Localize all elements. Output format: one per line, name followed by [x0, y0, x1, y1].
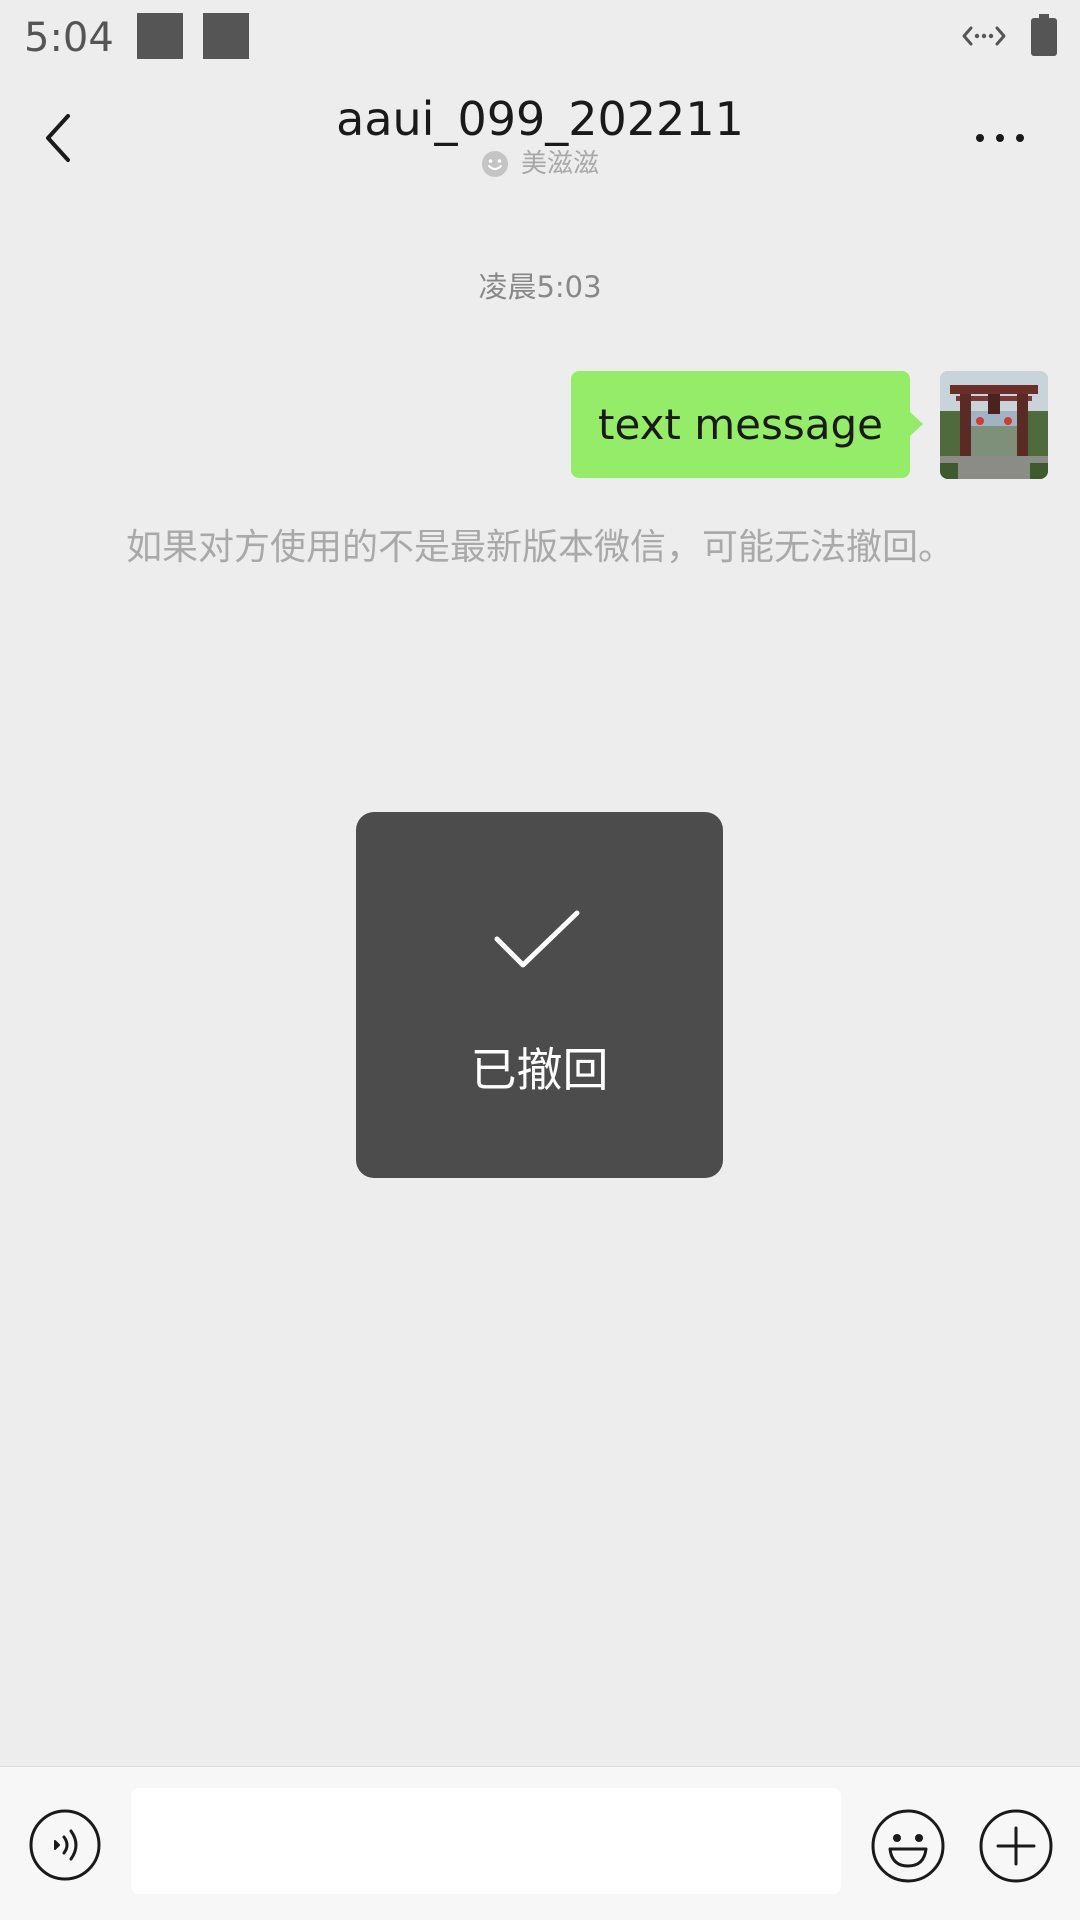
chevron-left-icon — [46, 114, 70, 162]
gate-photo-avatar — [940, 371, 1048, 479]
chat-screen: 5:04 aaui_099_202211 美滋滋 凌晨5:03 text mes… — [0, 0, 1080, 1920]
notification-square-icon — [203, 13, 249, 59]
battery-icon — [1031, 14, 1057, 56]
message-text: text message — [598, 399, 883, 449]
voice-icon — [29, 1809, 101, 1881]
chat-title: aaui_099_202211 — [336, 92, 744, 146]
more-button[interactable] — [968, 112, 1032, 164]
status-bar: 5:04 — [0, 0, 1080, 76]
message-input[interactable] — [131, 1788, 841, 1894]
check-icon — [494, 910, 580, 968]
chat-subtitle-text: 美滋滋 — [520, 149, 599, 179]
emoji-icon — [871, 1809, 945, 1883]
emoji-button[interactable] — [870, 1808, 946, 1884]
plus-button[interactable] — [978, 1808, 1054, 1884]
notification-square-icon — [137, 13, 183, 59]
back-button[interactable] — [28, 102, 92, 174]
input-bar — [0, 1766, 1080, 1920]
face-icon — [481, 151, 508, 177]
chat-subtitle: 美滋滋 — [340, 146, 740, 182]
message-timestamp: 凌晨5:03 — [478, 270, 602, 304]
data-transfer-icon — [962, 20, 1006, 52]
voice-button[interactable] — [28, 1808, 102, 1882]
toast-text: 已撤回 — [470, 1043, 609, 1097]
plus-icon — [979, 1809, 1053, 1883]
avatar[interactable] — [940, 371, 1048, 479]
message-bubble[interactable]: text message — [571, 371, 923, 478]
recalled-toast: 已撤回 — [356, 812, 723, 1178]
status-time: 5:04 — [24, 15, 114, 61]
more-icon — [976, 134, 1024, 142]
recall-notice: 如果对方使用的不是最新版本微信，可能无法撤回。 — [125, 527, 954, 568]
